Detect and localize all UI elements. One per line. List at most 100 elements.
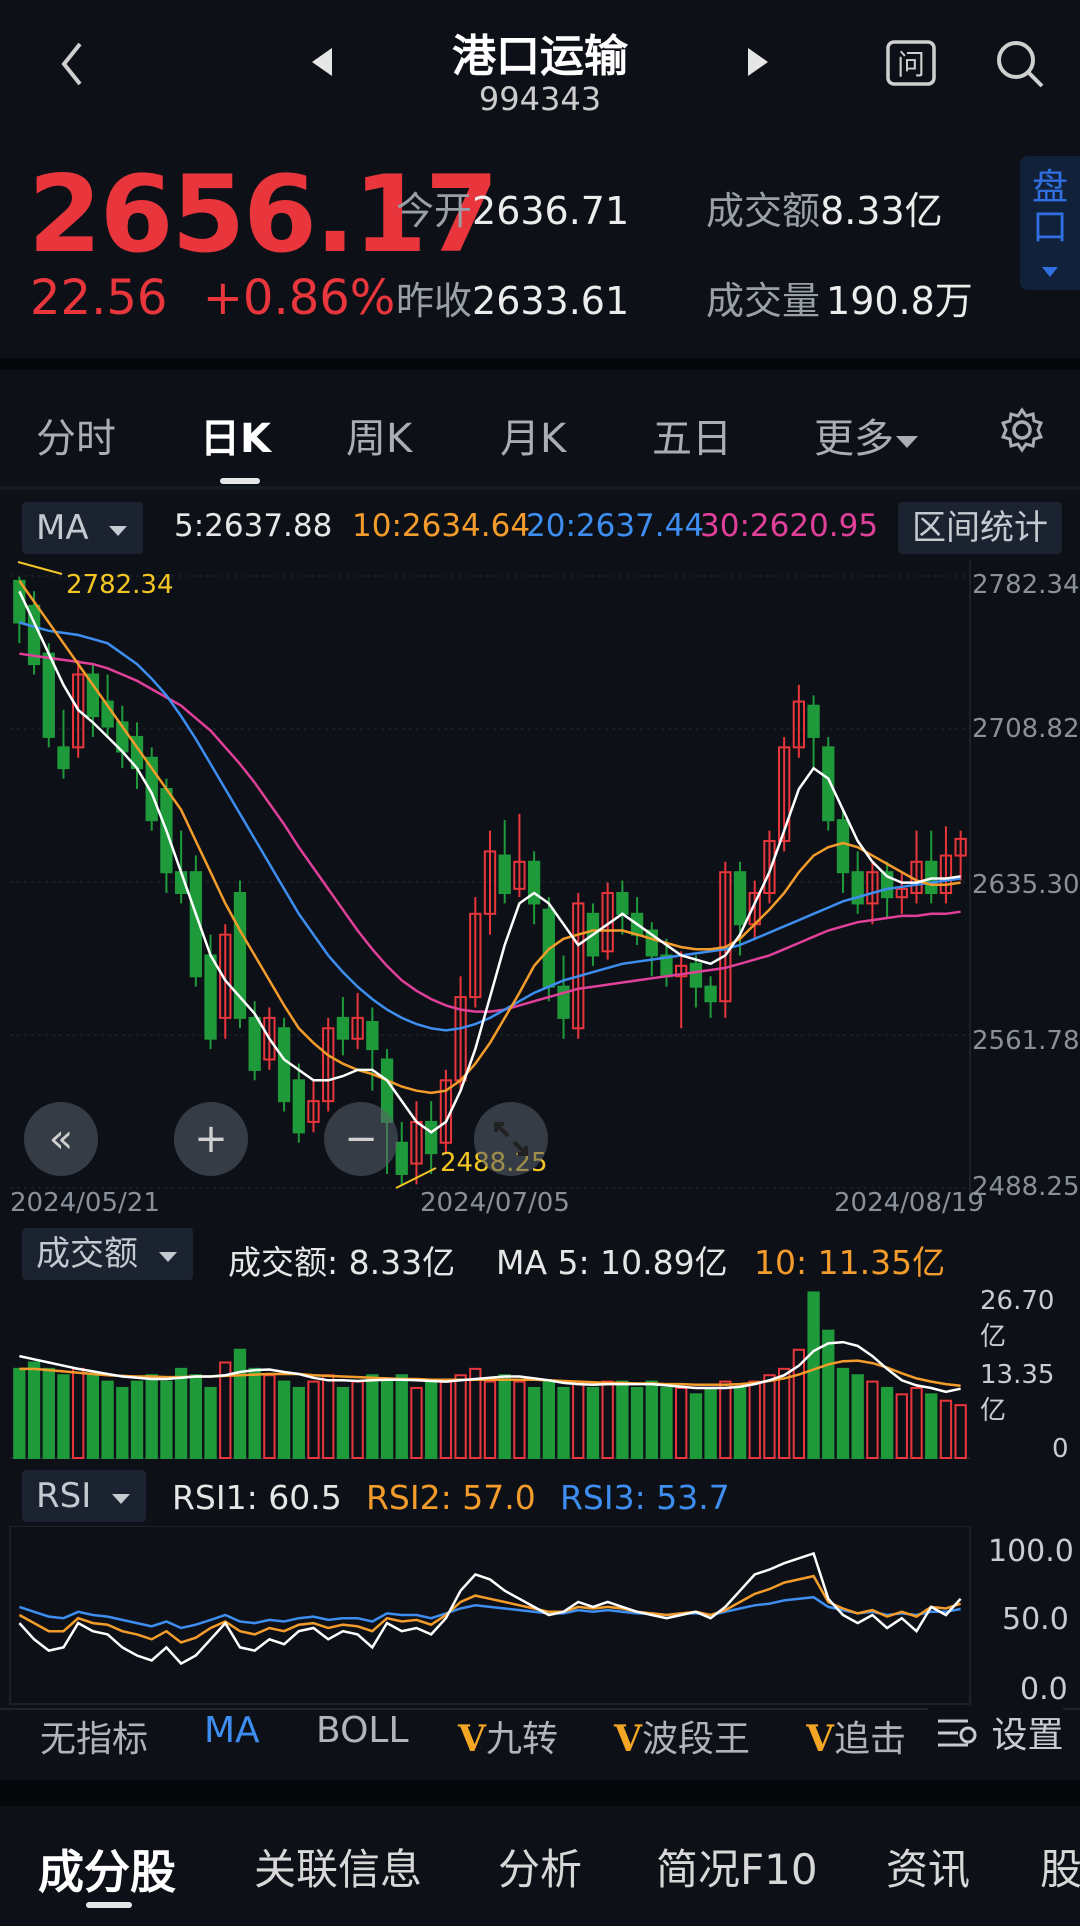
- candle-body: [689, 962, 703, 988]
- volume-bar: [204, 1386, 217, 1459]
- candle-body: [733, 871, 747, 926]
- tab-monthly-k[interactable]: 月K: [500, 406, 566, 464]
- volume-chart: [10, 1291, 970, 1460]
- tab-more-label: 更多: [814, 416, 894, 462]
- volume-bar: [292, 1386, 305, 1459]
- volume-bar: [630, 1386, 644, 1459]
- volume-bar: [395, 1374, 408, 1459]
- triangle-right-icon: [748, 48, 768, 76]
- rewind-button[interactable]: «: [24, 1102, 98, 1176]
- indicator-boduanwang[interactable]: V波段王: [614, 1710, 750, 1762]
- candle-body: [248, 1016, 261, 1071]
- volume-bar: [410, 1386, 423, 1459]
- volume-ma10-legend: 10: 11.35亿: [754, 1243, 946, 1282]
- turnover-label: 成交额: [706, 189, 821, 233]
- volume-bar: [174, 1367, 188, 1459]
- tab-constituents[interactable]: 成分股: [38, 1836, 176, 1902]
- turnover-value: 8.33亿: [820, 189, 943, 233]
- volume-bar: [439, 1380, 453, 1459]
- tab-daily-k[interactable]: 日K: [200, 406, 271, 464]
- volume-bar: [277, 1380, 291, 1459]
- rsi1-legend: RSI1: 60.5: [172, 1478, 342, 1517]
- tab-related-info[interactable]: 关联信息: [254, 1836, 422, 1897]
- tab-stocks-more[interactable]: 股: [1040, 1836, 1080, 1897]
- volume-bar: [101, 1380, 114, 1459]
- volume-bar: [425, 1380, 438, 1459]
- prev-close-label: 昨收: [396, 279, 473, 323]
- volume-ma5-legend: MA 5: 10.89亿: [496, 1243, 728, 1282]
- indicator-label: 波段王: [641, 1719, 750, 1760]
- minus-icon: −: [344, 1116, 378, 1162]
- volume-bar: [42, 1367, 55, 1459]
- volume-bar: [116, 1386, 129, 1459]
- volume-bar: [763, 1374, 776, 1459]
- volume-ytick: 13.35亿: [980, 1360, 1055, 1426]
- candle-body: [336, 1016, 350, 1040]
- indicator-zhuiji[interactable]: V追击: [806, 1710, 916, 1762]
- kline-ytick: 2488.25: [972, 1172, 1080, 1202]
- tab-analysis[interactable]: 分析: [498, 1836, 582, 1897]
- volume-bar: [248, 1367, 261, 1459]
- volume-bar: [72, 1367, 85, 1459]
- caret-down-icon: [112, 1494, 131, 1504]
- volume-bar: [542, 1380, 555, 1459]
- tab-five-day[interactable]: 五日: [652, 406, 732, 464]
- prev-close-stat: 昨收2633.61: [396, 270, 629, 325]
- volume-bar: [719, 1380, 732, 1459]
- indicator-boll[interactable]: BOLL: [316, 1710, 409, 1751]
- rsi-ytick: 50.0: [1002, 1602, 1069, 1637]
- indicator-ma[interactable]: MA: [204, 1710, 260, 1751]
- volume-bar: [322, 1374, 335, 1459]
- volume-bar: [469, 1367, 482, 1459]
- volume-value-legend: 成交额: 8.33亿: [228, 1243, 456, 1282]
- active-tab-indicator: [86, 1902, 132, 1908]
- tab-intraday[interactable]: 分时: [36, 406, 116, 464]
- candle-body: [366, 1021, 379, 1051]
- volume-bar: [851, 1374, 864, 1459]
- section-divider: [0, 1780, 1080, 1806]
- indicator-jiuzhuan[interactable]: V九转: [458, 1710, 558, 1762]
- ask-button[interactable]: 问: [884, 36, 940, 96]
- high-marker-line: [17, 561, 63, 575]
- volume-bar: [307, 1380, 320, 1459]
- tab-weekly-k[interactable]: 周K: [346, 406, 412, 464]
- volume-bar: [498, 1374, 511, 1459]
- indicator-label: 追击: [833, 1719, 906, 1760]
- gear-icon: [1000, 407, 1044, 453]
- volume-indicator-selector[interactable]: 成交额: [22, 1228, 193, 1280]
- rsi-frame: [9, 1526, 971, 1705]
- pankou-button[interactable]: 盘口: [1020, 156, 1080, 290]
- range-stats-button[interactable]: 区间统计: [898, 502, 1062, 554]
- fullscreen-button[interactable]: [474, 1102, 548, 1176]
- volume-bar: [586, 1386, 600, 1459]
- search-button[interactable]: [992, 36, 1048, 96]
- rsi-indicator-selector[interactable]: RSI: [22, 1470, 147, 1522]
- indicator-settings-button[interactable]: 设置: [928, 1706, 1064, 1758]
- search-icon: [997, 41, 1044, 88]
- volume-bar: [778, 1367, 791, 1459]
- zoom-in-button[interactable]: +: [174, 1102, 248, 1176]
- next-stock-button[interactable]: [744, 44, 774, 84]
- chart-settings-button[interactable]: [998, 406, 1046, 458]
- tab-f10[interactable]: 简况F10: [656, 1836, 818, 1897]
- candle-body: [425, 1120, 438, 1155]
- volume-bar: [57, 1374, 70, 1459]
- candle-body: [395, 1141, 408, 1175]
- ma-selector[interactable]: MA: [22, 502, 144, 554]
- pankou-label: 盘口: [1031, 167, 1068, 248]
- v-badge-icon: V: [806, 1718, 834, 1760]
- volume-bar: [895, 1393, 908, 1459]
- rsi-selector-label: RSI: [36, 1476, 92, 1516]
- rsi3-legend: RSI3: 53.7: [560, 1478, 730, 1517]
- tab-more[interactable]: 更多: [814, 406, 920, 464]
- candle-body: [616, 892, 629, 915]
- volume-bar: [454, 1374, 467, 1459]
- volume-bar: [86, 1374, 100, 1459]
- rsi2-legend: RSI2: 57.0: [366, 1478, 536, 1517]
- tab-news[interactable]: 资讯: [886, 1836, 970, 1897]
- zoom-out-button[interactable]: −: [324, 1102, 398, 1176]
- volume-bar: [675, 1386, 688, 1459]
- volume-bar: [145, 1374, 158, 1459]
- volume-bar: [660, 1386, 673, 1459]
- indicator-none[interactable]: 无指标: [40, 1710, 148, 1762]
